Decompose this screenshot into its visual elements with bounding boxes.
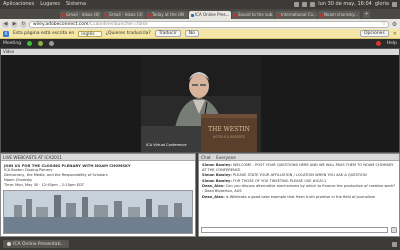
chat-message: Simon Bowley: WELCOME - POST YOUR QUESTI… — [202, 163, 396, 172]
trash-icon[interactable] — [392, 241, 397, 247]
city-skyline-image — [3, 190, 193, 234]
chat-sender: Dean_Alan: — [202, 184, 225, 189]
status-control[interactable] — [27, 41, 33, 46]
status-dot-icon — [27, 41, 33, 46]
chat-sender: Simon Bowley: — [202, 173, 232, 178]
camera-icon — [49, 41, 55, 46]
browser-icon — [7, 242, 11, 246]
mic-control[interactable] — [38, 41, 44, 46]
info-pod: LIVE WEBCASTS AT ICA2011 JOIN US FOR THE… — [0, 153, 196, 237]
url-host: wiley.adobeconnect.com — [33, 21, 89, 27]
address-bar[interactable]: wiley.adobeconnect.com /Ccaonline/launch… — [29, 20, 389, 28]
desktop: Aplicaciones Lugares Sistema lun 30 de m… — [0, 0, 400, 250]
chat-pod-title: Chat — [201, 155, 211, 160]
chat-message: Dean_Alan: is Wikileaks a good case exam… — [202, 195, 396, 200]
chat-tab-everyone[interactable]: Everyone — [216, 155, 236, 160]
translate-prefix: Esta página está escrita en — [13, 31, 75, 36]
translate-icon: A — [3, 30, 9, 37]
svg-text:THE WESTIN: THE WESTIN — [208, 126, 250, 133]
help-menu[interactable]: Help — [387, 41, 397, 46]
url-path: /Ccaonline/launcher=false — [88, 21, 148, 27]
clock[interactable]: lun 30 de may, 16:04 — [318, 0, 372, 9]
video-pod-title: Video — [1, 49, 399, 55]
camera-control[interactable] — [49, 41, 55, 46]
translate-button[interactable]: Traducir — [154, 30, 181, 37]
skyline-image — [4, 191, 192, 233]
svg-text:HOTELS & RESORTS: HOTELS & RESORTS — [213, 135, 245, 139]
chat-text: FOR THOSE OF YOU TWEETING PLEASE USE #IC… — [232, 178, 327, 183]
chat-pod-header: Chat Everyone — [199, 154, 399, 161]
connect-toolbar: Meeting Help — [0, 39, 400, 48]
source-language-select[interactable]: inglés — [78, 30, 102, 37]
info-pod-title: LIVE WEBCASTS AT ICA2011 — [1, 154, 195, 161]
os-top-panel: Aplicaciones Lugares Sistema lun 30 de m… — [0, 0, 400, 9]
network-icon[interactable] — [294, 2, 300, 7]
browser-tab[interactable]: Gmail - Inbox (8) — [60, 11, 102, 19]
video-caption: ICA Virtual Conference — [146, 143, 187, 147]
system-tray: lun 30 de may, 16:04 gloria — [294, 0, 400, 9]
new-tab-icon[interactable]: + — [363, 11, 370, 18]
translate-infobar: A Esta página está escrita en inglés ¿Qu… — [0, 29, 400, 39]
bookmark-star-icon[interactable]: ☆ — [382, 21, 388, 27]
chat-message-list[interactable]: Simon Bowley: WELCOME - POST YOUR QUESTI… — [199, 161, 399, 224]
no-translate-button[interactable]: No — [184, 30, 199, 37]
close-icon[interactable]: ✕ — [393, 31, 397, 37]
info-pod-body: JOIN US FOR THE CLOSING PLENARY WITH NOA… — [1, 161, 195, 190]
translate-options-button[interactable]: Opciones — [359, 30, 389, 37]
translate-question: ¿Quieres traducirla? — [105, 31, 151, 36]
chat-sender: Simon Bowley: — [202, 163, 232, 167]
address-toolbar: ◀ ▶ ↻ wiley.adobeconnect.com /Ccaonline/… — [0, 19, 400, 29]
info-time: Time: Mon, May 30 · 12:45pm – 2:15pm EDT — [4, 183, 85, 187]
chat-text: is Wikileaks a good case example that fr… — [225, 194, 376, 199]
meeting-record-indicator[interactable] — [375, 41, 381, 46]
volume-icon[interactable] — [302, 2, 308, 7]
browser-tab[interactable]: International Co... — [275, 11, 317, 19]
meeting-menu[interactable]: Meeting — [3, 41, 21, 46]
chat-sender: Simon Bowley: — [202, 178, 232, 183]
record-icon — [375, 41, 381, 46]
wrench-icon[interactable]: ⚙ — [391, 21, 398, 28]
taskbar-window-label: ICA Online Presentati... — [13, 241, 65, 247]
power-icon[interactable] — [392, 2, 397, 7]
chat-sender: Dean_Alan: — [202, 194, 225, 199]
reload-icon[interactable]: ↻ — [20, 20, 27, 28]
video-pod: Video THE WESTIN HOTELS & RESORTS ICA Vi… — [0, 48, 400, 153]
chat-text: PLEASE STATE YOUR AFFILIATION / LOCATION… — [232, 173, 367, 178]
bottom-taskbar: ICA Online Presentati... — [0, 238, 400, 250]
browser-tab[interactable]: Noam chomsky... — [318, 11, 360, 19]
send-icon[interactable] — [391, 227, 397, 233]
chat-message: Simon Bowley: PLEASE STATE YOUR AFFILIAT… — [202, 173, 396, 178]
menu-places[interactable]: Lugares — [37, 0, 63, 9]
chat-pod: Chat Everyone Simon Bowley: WELCOME - PO… — [198, 153, 400, 237]
browser-tab-strip: Gmail - Inbox (8) Gmail - Inbox (3) Toda… — [0, 9, 400, 19]
meeting-label: Meeting — [3, 41, 22, 46]
browser-tab[interactable]: Today at the UN — [146, 11, 188, 19]
speaker-video-image: THE WESTIN HOTELS & RESORTS — [141, 56, 261, 152]
chat-message: Simon Bowley: FOR THOSE OF YOU TWEETING … — [202, 179, 396, 184]
chat-input-row — [201, 227, 397, 233]
mail-icon[interactable] — [310, 2, 316, 7]
forward-arrow-icon[interactable]: ▶ — [11, 20, 18, 28]
browser-tab[interactable]: Gmail - Inbox (3) — [103, 11, 145, 19]
chat-input[interactable] — [201, 227, 388, 233]
chat-text: Can you discuss alternative mechanisms b… — [202, 184, 396, 193]
back-arrow-icon[interactable]: ◀ — [2, 20, 9, 28]
menu-system[interactable]: Sistema — [63, 0, 89, 9]
user-name[interactable]: gloria — [375, 0, 389, 9]
microphone-icon — [38, 41, 44, 46]
browser-tab[interactable]: Sound to the sub... — [232, 11, 274, 19]
video-stream[interactable]: THE WESTIN HOTELS & RESORTS — [141, 56, 261, 152]
chat-message: Dean_Alan: Can you discuss alternative m… — [202, 184, 396, 193]
taskbar-window-item[interactable]: ICA Online Presentati... — [3, 240, 69, 248]
menu-applications[interactable]: Aplicaciones — [0, 0, 37, 9]
browser-tab-active[interactable]: ICA Online Pres... — [189, 11, 231, 19]
